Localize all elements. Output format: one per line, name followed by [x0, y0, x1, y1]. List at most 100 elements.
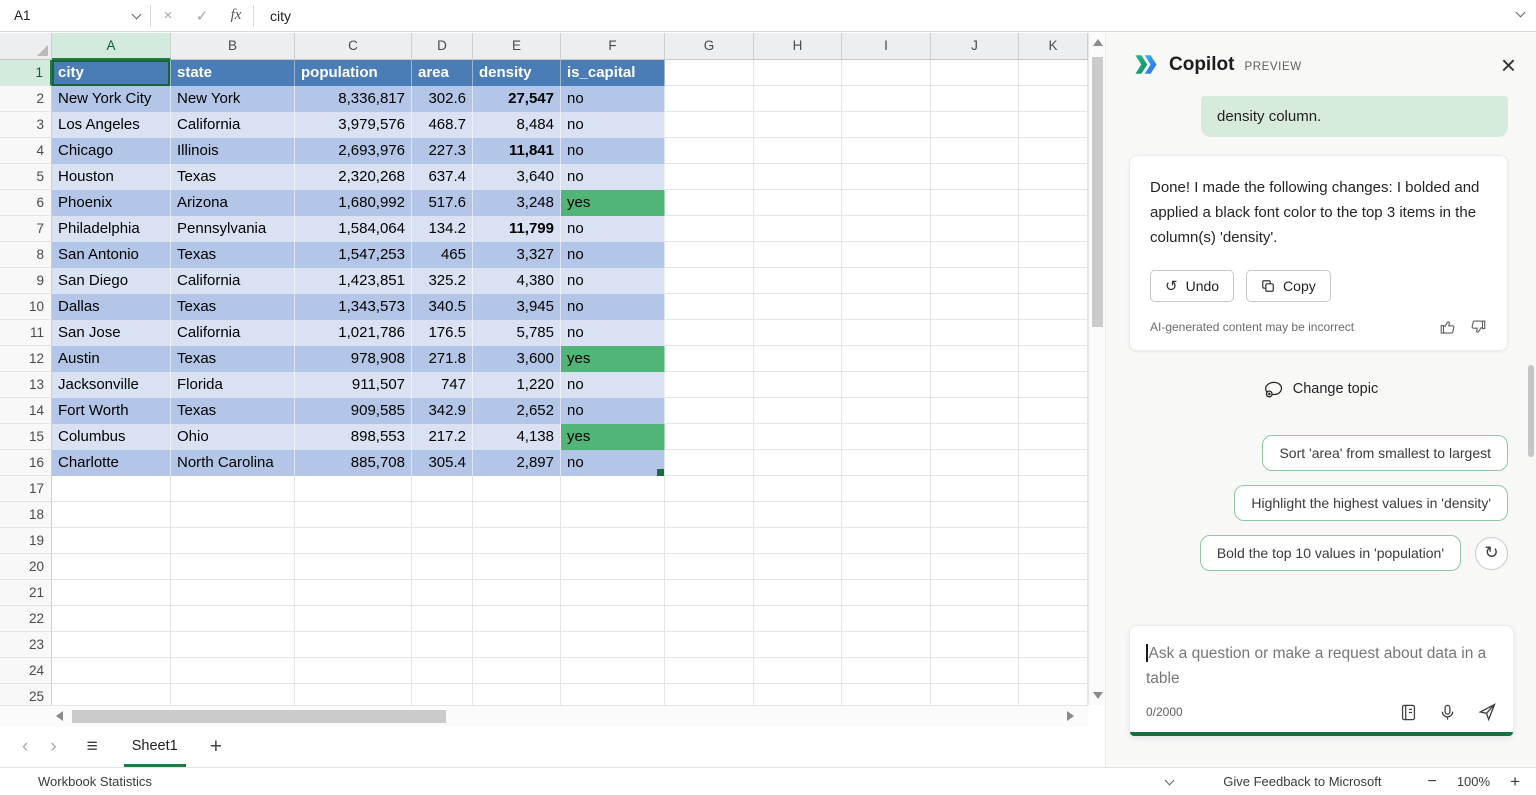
cell-B11[interactable]: California [171, 320, 295, 346]
cell-C2[interactable]: 8,336,817 [295, 86, 412, 112]
cell-B10[interactable]: Texas [171, 294, 295, 320]
insert-function-button[interactable]: fx [219, 7, 253, 24]
cell-K10[interactable] [1019, 294, 1088, 320]
cell-H6[interactable] [754, 190, 842, 216]
horizontal-scrollbar[interactable] [0, 705, 1088, 727]
cell-J18[interactable] [931, 502, 1019, 528]
cell-G21[interactable] [665, 580, 754, 606]
cell-F11[interactable]: no [561, 320, 665, 346]
cell-K3[interactable] [1019, 112, 1088, 138]
undo-button[interactable]: ↺ Undo [1150, 270, 1234, 302]
cell-F25[interactable] [561, 684, 665, 705]
cell-E17[interactable] [473, 476, 561, 502]
cell-J16[interactable] [931, 450, 1019, 476]
cell-D21[interactable] [412, 580, 473, 606]
cell-E8[interactable]: 3,327 [473, 242, 561, 268]
copy-button[interactable]: Copy [1246, 270, 1331, 302]
cell-H24[interactable] [754, 658, 842, 684]
cell-H21[interactable] [754, 580, 842, 606]
row-header-24[interactable]: 24 [0, 658, 52, 684]
row-header-20[interactable]: 20 [0, 554, 52, 580]
cell-K13[interactable] [1019, 372, 1088, 398]
cell-E24[interactable] [473, 658, 561, 684]
cell-K20[interactable] [1019, 554, 1088, 580]
row-header-6[interactable]: 6 [0, 190, 52, 216]
cell-C10[interactable]: 1,343,573 [295, 294, 412, 320]
cell-A13[interactable]: Jacksonville [52, 372, 171, 398]
row-header-17[interactable]: 17 [0, 476, 52, 502]
cell-E1[interactable]: density [473, 60, 561, 86]
cell-C1[interactable]: population [295, 60, 412, 86]
cell-H13[interactable] [754, 372, 842, 398]
cell-D5[interactable]: 637.4 [412, 164, 473, 190]
cell-F10[interactable]: no [561, 294, 665, 320]
cell-G15[interactable] [665, 424, 754, 450]
column-header-J[interactable]: J [931, 33, 1019, 60]
cell-E11[interactable]: 5,785 [473, 320, 561, 346]
cell-B16[interactable]: North Carolina [171, 450, 295, 476]
cell-F12[interactable]: yes [561, 346, 665, 372]
cell-F19[interactable] [561, 528, 665, 554]
cell-K19[interactable] [1019, 528, 1088, 554]
cell-D13[interactable]: 747 [412, 372, 473, 398]
row-header-12[interactable]: 12 [0, 346, 52, 372]
cell-I22[interactable] [842, 606, 931, 632]
cell-H3[interactable] [754, 112, 842, 138]
cell-G9[interactable] [665, 268, 754, 294]
row-header-8[interactable]: 8 [0, 242, 52, 268]
cell-K4[interactable] [1019, 138, 1088, 164]
row-header-18[interactable]: 18 [0, 502, 52, 528]
cell-H18[interactable] [754, 502, 842, 528]
cell-E19[interactable] [473, 528, 561, 554]
cell-K8[interactable] [1019, 242, 1088, 268]
copilot-input[interactable]: Ask a question or make a request about d… [1146, 642, 1497, 694]
cell-E2[interactable]: 27,547 [473, 86, 561, 112]
cell-A17[interactable] [52, 476, 171, 502]
cell-J7[interactable] [931, 216, 1019, 242]
cell-F23[interactable] [561, 632, 665, 658]
cell-K15[interactable] [1019, 424, 1088, 450]
column-header-K[interactable]: K [1019, 33, 1088, 60]
cell-A20[interactable] [52, 554, 171, 580]
cell-E4[interactable]: 11,841 [473, 138, 561, 164]
cell-C23[interactable] [295, 632, 412, 658]
cell-I16[interactable] [842, 450, 931, 476]
row-header-10[interactable]: 10 [0, 294, 52, 320]
prompt-guide-icon[interactable] [1399, 703, 1418, 722]
column-header-H[interactable]: H [754, 33, 842, 60]
cell-E25[interactable] [473, 684, 561, 705]
cell-E23[interactable] [473, 632, 561, 658]
cell-B6[interactable]: Arizona [171, 190, 295, 216]
cell-K21[interactable] [1019, 580, 1088, 606]
cell-D3[interactable]: 468.7 [412, 112, 473, 138]
cell-D16[interactable]: 305.4 [412, 450, 473, 476]
cell-E20[interactable] [473, 554, 561, 580]
cell-J5[interactable] [931, 164, 1019, 190]
cell-D22[interactable] [412, 606, 473, 632]
row-header-25[interactable]: 25 [0, 684, 52, 705]
cell-C14[interactable]: 909,585 [295, 398, 412, 424]
cell-F17[interactable] [561, 476, 665, 502]
cell-C24[interactable] [295, 658, 412, 684]
cell-G1[interactable] [665, 60, 754, 86]
cell-K6[interactable] [1019, 190, 1088, 216]
cell-B3[interactable]: California [171, 112, 295, 138]
cell-G22[interactable] [665, 606, 754, 632]
cell-H15[interactable] [754, 424, 842, 450]
cell-E22[interactable] [473, 606, 561, 632]
cell-C7[interactable]: 1,584,064 [295, 216, 412, 242]
cell-H17[interactable] [754, 476, 842, 502]
cell-F1[interactable]: is_capital [561, 60, 665, 86]
row-header-23[interactable]: 23 [0, 632, 52, 658]
cell-A10[interactable]: Dallas [52, 294, 171, 320]
cell-C16[interactable]: 885,708 [295, 450, 412, 476]
column-header-B[interactable]: B [171, 33, 295, 60]
cell-G19[interactable] [665, 528, 754, 554]
cell-J17[interactable] [931, 476, 1019, 502]
cell-G17[interactable] [665, 476, 754, 502]
cell-I23[interactable] [842, 632, 931, 658]
cell-D19[interactable] [412, 528, 473, 554]
cell-G12[interactable] [665, 346, 754, 372]
cell-D8[interactable]: 465 [412, 242, 473, 268]
cell-C4[interactable]: 2,693,976 [295, 138, 412, 164]
